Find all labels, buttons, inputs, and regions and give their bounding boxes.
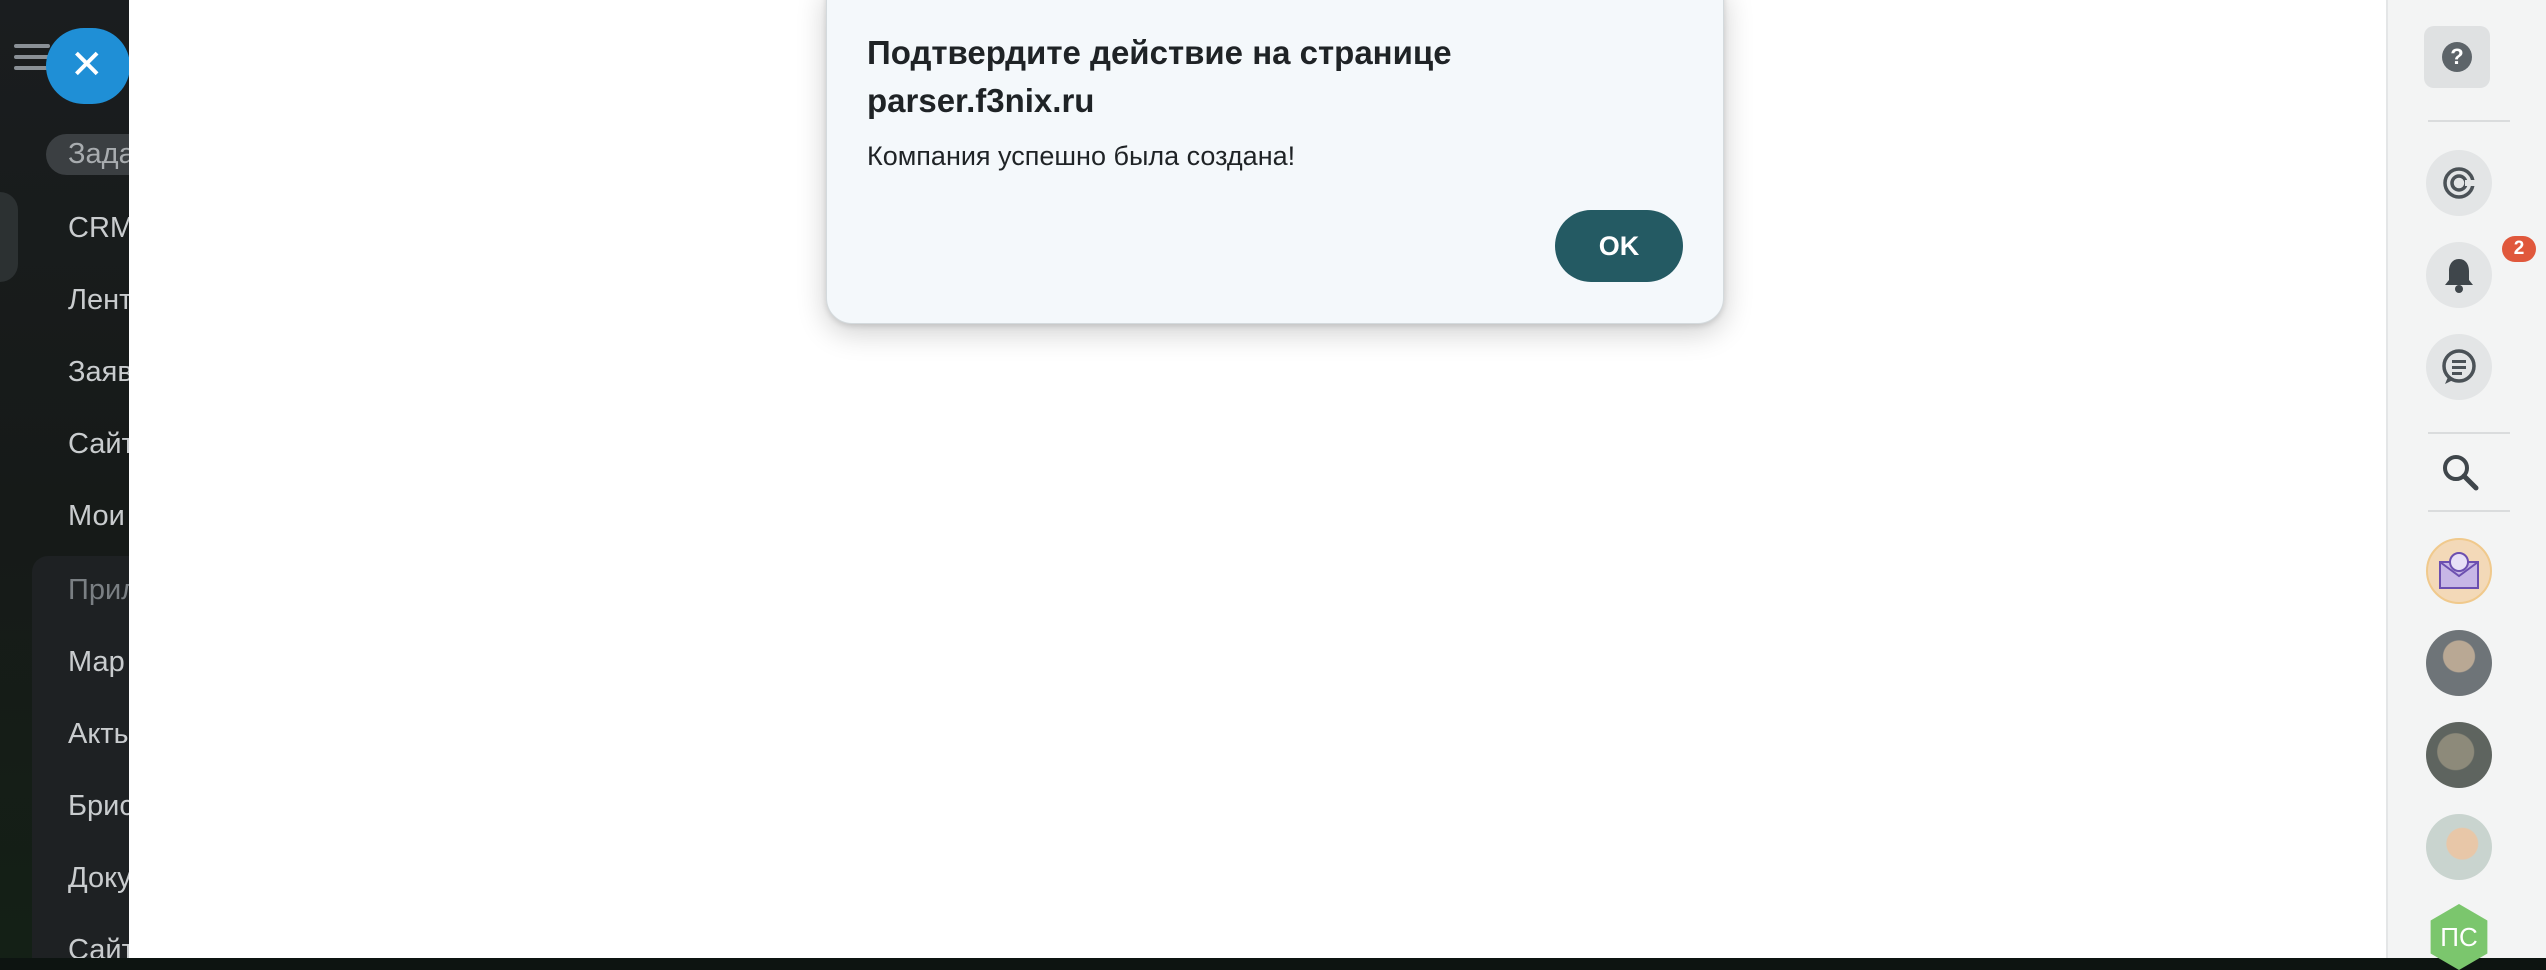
sidebar-item-crm[interactable]: CRM — [68, 212, 134, 245]
copilot-icon — [2443, 167, 2475, 199]
dialog-message: Компания успешно была создана! — [867, 141, 1296, 171]
sidebar-item-documents[interactable]: Доку — [68, 862, 132, 895]
mail-avatar[interactable] — [2426, 538, 2492, 604]
sidebar-item-sites-2[interactable]: Сайт — [68, 934, 135, 958]
sidebar-item-marketing[interactable]: Мар — [68, 646, 125, 679]
search-button[interactable] — [2438, 450, 2482, 494]
help-button[interactable]: ? — [2424, 26, 2490, 88]
search-icon — [2443, 455, 2479, 491]
chats-button[interactable] — [2426, 334, 2492, 400]
dialog-title: Подтвердите действие на странице parser.… — [867, 34, 1452, 119]
user-avatar[interactable] — [2426, 814, 2492, 880]
sidebar-item-requests[interactable]: Заяв — [68, 356, 133, 389]
ok-button[interactable]: OK — [1555, 210, 1683, 282]
mail-icon — [2439, 552, 2479, 589]
chat-icon — [2442, 349, 2476, 384]
notifications-badge: 2 — [2502, 236, 2536, 262]
sidebar-item-sites[interactable]: Сайт — [68, 428, 135, 461]
sidebar-item-apps[interactable]: Прил — [68, 574, 138, 607]
sidebar-edge — [0, 192, 18, 282]
rail-divider — [2428, 510, 2510, 512]
left-sidebar: ✕ Зада CRM Лент Заяв Сайт Мои Прил Мар А… — [0, 0, 150, 958]
user-avatar-initials[interactable]: ПС — [2430, 904, 2488, 970]
user-avatar[interactable] — [2426, 722, 2492, 788]
close-menu-button[interactable]: ✕ — [46, 28, 130, 104]
rail-divider — [2428, 432, 2510, 434]
right-rail: ? 2 ПС — [2386, 0, 2546, 970]
sidebar-item-my[interactable]: Мои — [68, 500, 125, 533]
notifications-button[interactable]: 2 — [2426, 236, 2536, 308]
sidebar-item-feed[interactable]: Лент — [68, 284, 132, 317]
rail-divider — [2428, 120, 2510, 122]
menu-icon[interactable] — [14, 44, 50, 77]
user-avatar[interactable] — [2426, 630, 2492, 696]
bell-icon — [2445, 259, 2473, 293]
help-icon: ? — [2442, 42, 2472, 72]
copilot-button[interactable] — [2426, 150, 2492, 216]
sidebar-item-acts[interactable]: Акты — [68, 718, 134, 751]
confirm-dialog: Подтвердите действие на странице parser.… — [826, 0, 1724, 324]
sidebar-item-briefs[interactable]: Брис — [68, 790, 134, 823]
